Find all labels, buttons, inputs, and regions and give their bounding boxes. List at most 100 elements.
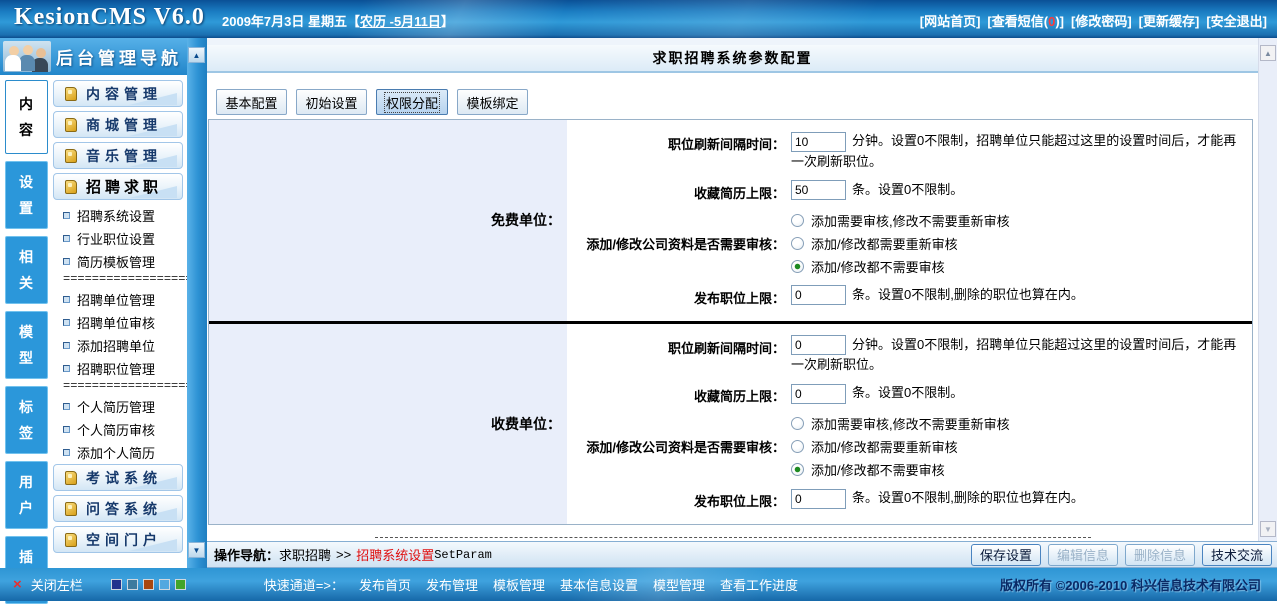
hand-pen-icon xyxy=(65,471,77,485)
collect-limit-input[interactable] xyxy=(791,180,846,200)
menu-group-music-manage[interactable]: 音乐管理 xyxy=(53,142,183,169)
sidebar-tab-model[interactable]: 模型 xyxy=(5,311,48,379)
scroll-up-icon[interactable]: ▲ xyxy=(188,47,205,63)
sidebar-menu: 内容管理 商城管理 音乐管理 招聘求职 招聘系统设置 行业职位设置 简历模板管理… xyxy=(52,75,187,611)
theme-swatch[interactable] xyxy=(111,579,122,590)
collect-limit-input[interactable] xyxy=(791,384,846,404)
action-buttons: 保存设置 编辑信息 删除信息 技术交流 xyxy=(971,544,1272,566)
sidebar-tab-settings[interactable]: 设置 xyxy=(5,161,48,229)
menu-item-company-audit[interactable]: 招聘单位审核 xyxy=(52,311,187,334)
close-left-panel-link[interactable]: 关闭左栏 xyxy=(31,575,83,594)
logout-link[interactable]: [安全退出] xyxy=(1206,11,1267,30)
view-messages-link[interactable]: [查看短信(0)] xyxy=(987,11,1064,30)
action-bar: 操作导航： 求职招聘 >> 招聘系统设置 SetParam 保存设置 编辑信息 … xyxy=(207,541,1277,568)
theme-swatch[interactable] xyxy=(127,579,138,590)
menu-group-exam-system[interactable]: 考试系统 xyxy=(53,464,183,491)
theme-swatch[interactable] xyxy=(175,579,186,590)
bullet-icon xyxy=(63,319,70,326)
main-scrollbar[interactable]: ▲ ▼ xyxy=(1258,38,1277,541)
tab-label: 权限分配 xyxy=(385,93,439,112)
theme-swatch[interactable] xyxy=(143,579,154,590)
tab-initial-settings[interactable]: 初始设置 xyxy=(296,89,367,115)
menu-group-label: 考试系统 xyxy=(86,468,162,488)
menu-item-company-add[interactable]: 添加招聘单位 xyxy=(52,334,187,357)
section-free-company: 免费单位： 职位刷新间隔时间： 分钟。设置0不限制，招聘单位只能超过这里的设置时… xyxy=(209,120,1252,321)
scroll-up-icon[interactable]: ▲ xyxy=(1260,45,1276,61)
scroll-down-icon[interactable]: ▼ xyxy=(188,542,205,558)
scroll-down-icon[interactable]: ▼ xyxy=(1260,521,1276,537)
quick-link-work-progress[interactable]: 查看工作进度 xyxy=(720,575,798,594)
audit-mode-label: 添加/修改公司资料是否需要审核： xyxy=(567,437,785,456)
quick-link-basic-info[interactable]: 基本信息设置 xyxy=(560,575,638,594)
audit-mode-options: 添加需要审核,修改不需要重新审核 添加/修改都需要重新审核 添加/修改都不需要审… xyxy=(785,414,1010,479)
radio-input[interactable] xyxy=(791,260,804,273)
menu-item-company-manage[interactable]: 招聘单位管理 xyxy=(52,288,187,311)
audit-option[interactable]: 添加/修改都需要重新审核 xyxy=(791,437,1010,456)
menu-item-resume-audit[interactable]: 个人简历审核 xyxy=(52,418,187,441)
menu-group-content-manage[interactable]: 内容管理 xyxy=(53,80,183,107)
menu-item-recruit-settings[interactable]: 招聘系统设置 xyxy=(52,204,187,227)
menu-group-label: 招聘求职 xyxy=(86,176,162,197)
refresh-cache-link[interactable]: [更新缓存] xyxy=(1139,11,1200,30)
sidebar-tab-tags[interactable]: 标签 xyxy=(5,386,48,454)
menu-item-industry-positions[interactable]: 行业职位设置 xyxy=(52,227,187,250)
menu-group-recruit[interactable]: 招聘求职 xyxy=(53,173,183,200)
menu-group-mall-manage[interactable]: 商城管理 xyxy=(53,111,183,138)
breadcrumb-current-link[interactable]: 招聘系统设置 xyxy=(356,545,434,564)
audit-option[interactable]: 添加/修改都不需要审核 xyxy=(791,460,1010,479)
audit-option[interactable]: 添加需要审核,修改不需要重新审核 xyxy=(791,211,1010,230)
menu-group-space-portal[interactable]: 空间门户 xyxy=(53,526,183,553)
sidebar-tab-related[interactable]: 相关 xyxy=(5,236,48,304)
site-home-link[interactable]: [网站首页] xyxy=(920,11,981,30)
section-label: 收费单位： xyxy=(209,324,567,525)
audit-option[interactable]: 添加需要审核,修改不需要重新审核 xyxy=(791,414,1010,433)
audit-option[interactable]: 添加/修改都不需要审核 xyxy=(791,257,1010,276)
sidebar-scrollbar[interactable]: ▲ ▼ xyxy=(187,38,207,568)
menu-item-label: 招聘系统设置 xyxy=(77,206,155,225)
menu-item-label: 招聘职位管理 xyxy=(77,359,155,378)
delete-info-button: 删除信息 xyxy=(1125,544,1195,566)
quick-link-model-manage[interactable]: 模型管理 xyxy=(653,575,705,594)
radio-label: 添加/修改都不需要审核 xyxy=(811,460,945,479)
menu-item-resume-templates[interactable]: 简历模板管理 xyxy=(52,250,187,273)
menu-item-position-manage[interactable]: 招聘职位管理 xyxy=(52,357,187,380)
radio-label: 添加/修改都需要重新审核 xyxy=(811,437,958,456)
tab-basic-config[interactable]: 基本配置 xyxy=(216,89,287,115)
tab-permission-allocation[interactable]: 权限分配 xyxy=(376,89,448,115)
lunar-date-link[interactable]: 农历 -5月11日 xyxy=(360,14,441,29)
menu-item-resume-add[interactable]: 添加个人简历 xyxy=(52,441,187,464)
menu-item-resume-manage[interactable]: 个人简历管理 xyxy=(52,395,187,418)
quick-link-publish-manage[interactable]: 发布管理 xyxy=(426,575,478,594)
refresh-interval-label: 职位刷新间隔时间： xyxy=(567,131,785,153)
tech-support-button[interactable]: 技术交流 xyxy=(1202,544,1272,566)
app-logo: KesionCMS V6.0 xyxy=(14,4,205,31)
audit-option[interactable]: 添加/修改都需要重新审核 xyxy=(791,234,1010,253)
radio-input[interactable] xyxy=(791,417,804,430)
menu-group-qa-system[interactable]: 问答系统 xyxy=(53,495,183,522)
hand-pen-icon xyxy=(65,533,77,547)
quick-link-publish-home[interactable]: 发布首页 xyxy=(359,575,411,594)
sidebar-header: 后台管理导航 xyxy=(0,38,187,75)
tab-label: 模板绑定 xyxy=(467,93,519,112)
change-password-link[interactable]: [修改密码] xyxy=(1071,11,1132,30)
sidebar-tabstrip: 内容 设置 相关 模型 标签 用户 插件 xyxy=(0,75,52,611)
save-settings-button[interactable]: 保存设置 xyxy=(971,544,1041,566)
radio-input[interactable] xyxy=(791,440,804,453)
publish-limit-input[interactable] xyxy=(791,489,846,509)
close-icon[interactable]: × xyxy=(13,576,22,593)
quick-link-template-manage[interactable]: 模板管理 xyxy=(493,575,545,594)
sidebar-tab-content[interactable]: 内容 xyxy=(5,80,48,154)
refresh-interval-input[interactable] xyxy=(791,335,846,355)
publish-limit-desc: 条。设置0不限制,删除的职位也算在内。 xyxy=(852,287,1084,302)
refresh-interval-input[interactable] xyxy=(791,132,846,152)
tab-template-binding[interactable]: 模板绑定 xyxy=(457,89,528,115)
company-copyright: 版权所有 ©2006-2010 科兴信息技术有限公司 xyxy=(1000,575,1261,594)
theme-swatch[interactable] xyxy=(159,579,170,590)
radio-input[interactable] xyxy=(791,463,804,476)
radio-input[interactable] xyxy=(791,237,804,250)
publish-limit-input[interactable] xyxy=(791,285,846,305)
sidebar-tab-users[interactable]: 用户 xyxy=(5,461,48,529)
bullet-icon xyxy=(63,258,70,265)
menu-item-label: 添加招聘单位 xyxy=(77,336,155,355)
radio-input[interactable] xyxy=(791,214,804,227)
